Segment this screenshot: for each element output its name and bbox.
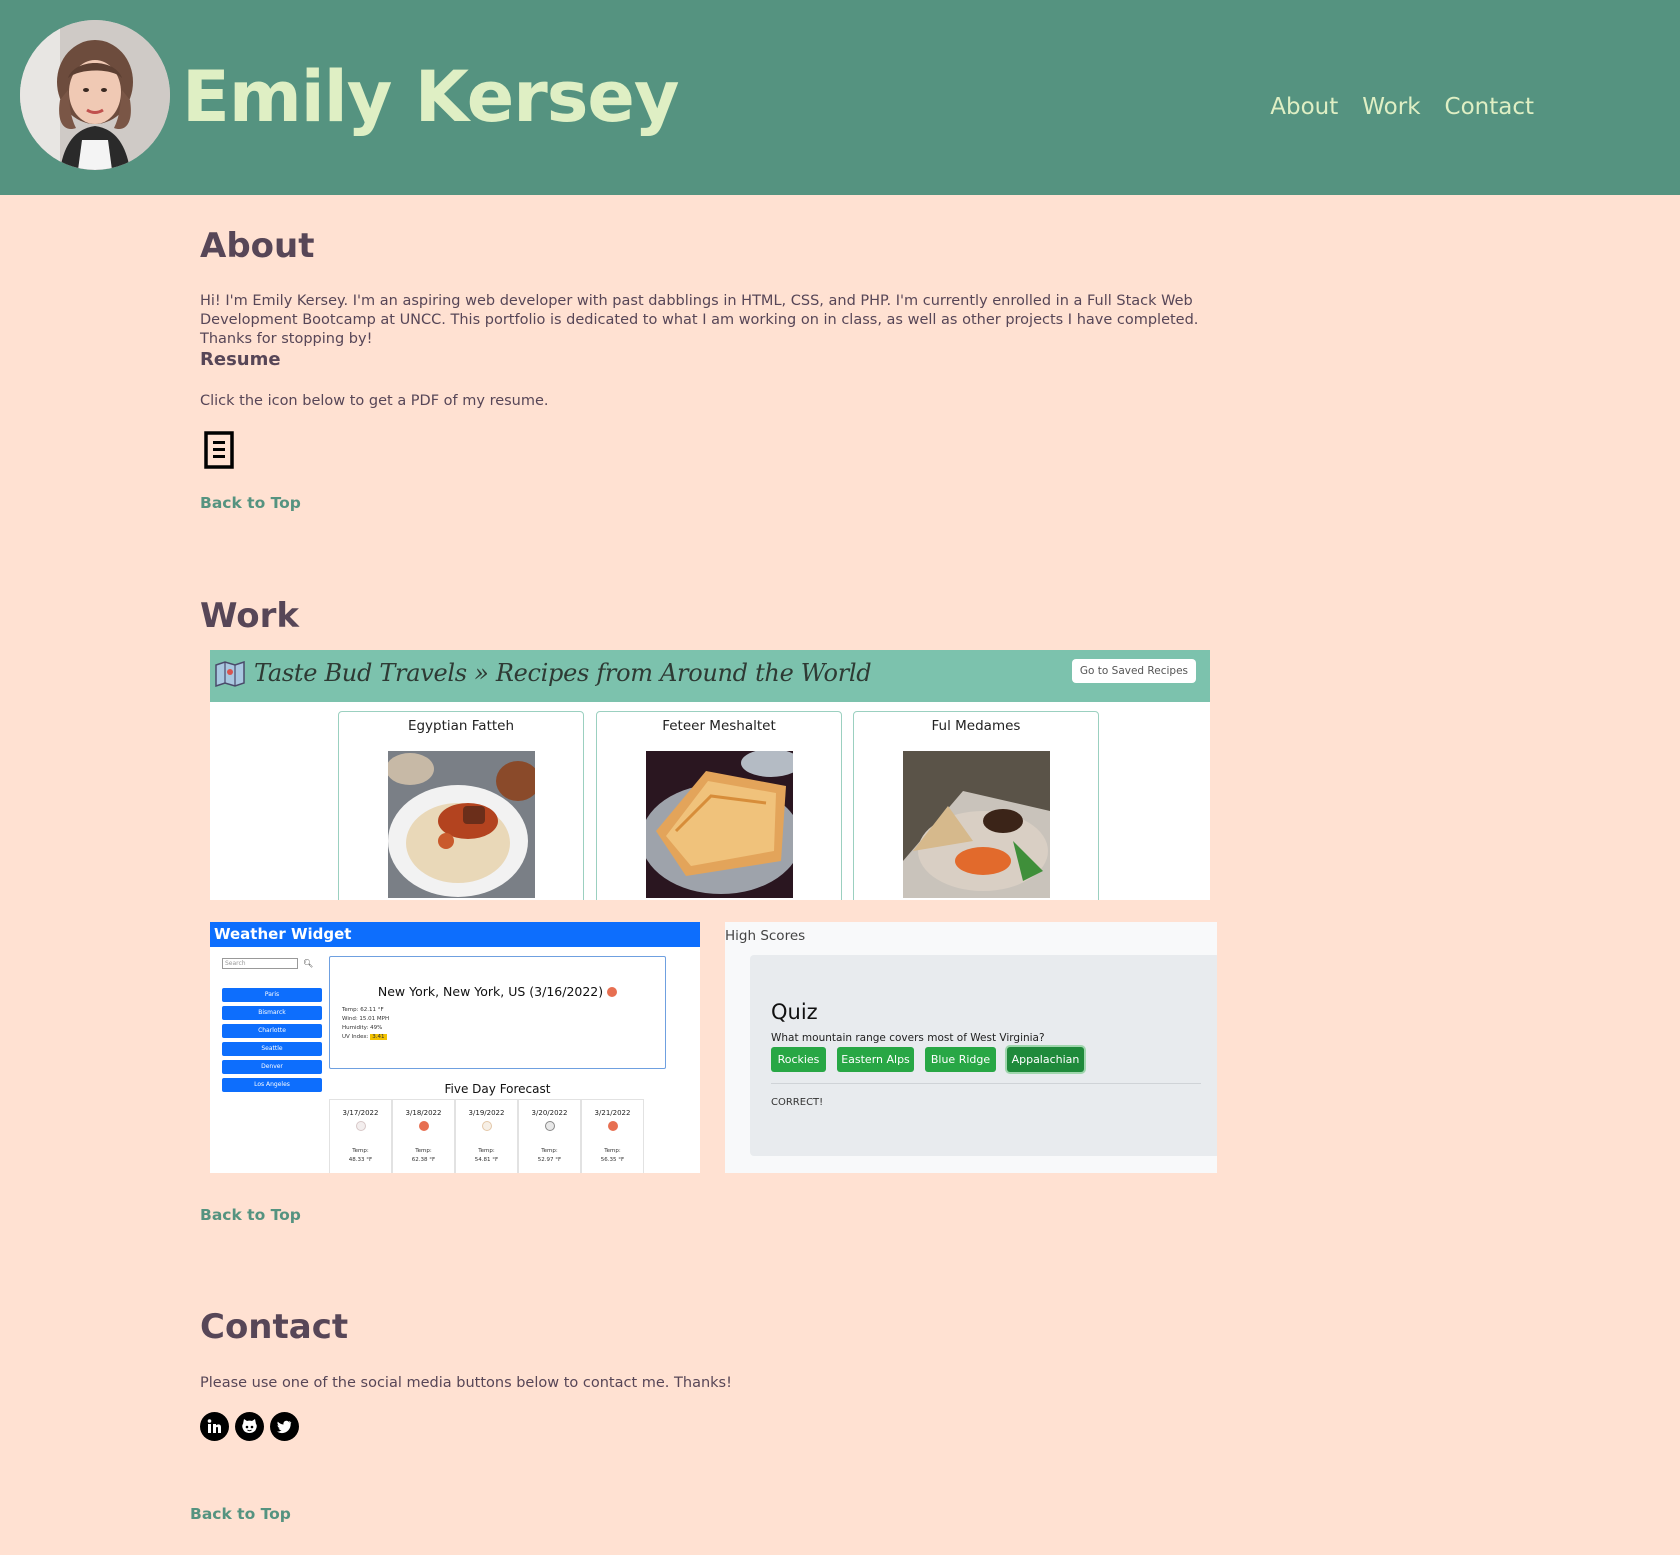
resume-pdf-icon[interactable] [204,431,234,469]
forecast-day: 3/19/2022 Temp: 54.81 °F [455,1099,518,1173]
weather-search-input[interactable]: Search [222,958,298,969]
city-button[interactable]: Seattle [222,1042,322,1056]
cloud-rain-icon [356,1121,366,1131]
contact-heading: Contact [200,1307,349,1347]
forecast-day: 3/20/2022 Temp: 52.97 °F [518,1099,581,1173]
answer-button[interactable]: Eastern Alps [837,1047,914,1072]
contact-text: Please use one of the social media butto… [200,1375,732,1391]
current-weather-card: New York, New York, US (3/16/2022) Temp:… [329,956,666,1069]
github-icon[interactable] [235,1412,264,1441]
recipe-card-title: Ful Medames [931,718,1021,734]
profile-photo [20,20,170,170]
current-weather-stats: Temp: 62.11 °F Wind: 15.01 MPH Humidity:… [342,1007,390,1040]
cloud-sun-icon [482,1121,492,1131]
site-title: Emily Kersey [182,56,680,138]
recipe-card[interactable]: Ful Medames [853,711,1099,900]
about-intro: Hi! I'm Emily Kersey. I'm an aspiring we… [200,293,1199,347]
social-links [200,1412,299,1441]
quiz-question: What mountain range covers most of West … [771,1032,1045,1044]
sun-icon [608,1121,618,1131]
answer-button-selected[interactable]: Appalachian [1007,1047,1084,1072]
map-book-icon [215,661,245,687]
twitter-icon[interactable] [270,1412,299,1441]
weather-project-screenshot[interactable]: Weather Widget Search 🔍︎ Paris Bismarck … [210,922,700,1173]
site-header: Emily Kersey About Work Contact [0,0,1680,195]
recipe-card-title: Egyptian Fatteh [407,718,515,734]
answer-button[interactable]: Rockies [771,1047,826,1072]
main-nav: About Work Contact [1270,94,1534,120]
forecast-day: 3/18/2022 Temp: 62.38 °F [392,1099,455,1173]
back-to-top-link-work[interactable]: Back to Top [200,1206,301,1224]
resume-heading: Resume [200,349,281,370]
cloud-icon [545,1121,555,1131]
high-scores-link[interactable]: High Scores [725,928,805,944]
weather-header: Weather Widget [210,922,700,947]
recipe-card[interactable]: Feteer Meshaltet [596,711,842,900]
recipe-photo [903,751,1050,898]
quiz-title: Quiz [771,1000,818,1024]
recipes-title: Taste Bud Travels » Recipes from Around … [254,659,872,687]
forecast-title: Five Day Forecast [444,1082,551,1096]
nav-contact[interactable]: Contact [1445,94,1534,120]
nav-work[interactable]: Work [1362,94,1420,120]
back-to-top-link-contact[interactable]: Back to Top [190,1505,291,1523]
sun-icon [419,1121,429,1131]
sun-icon [607,987,618,997]
linkedin-icon[interactable] [200,1412,229,1441]
forecast-day: 3/21/2022 Temp: 56.35 °F [581,1099,644,1173]
recipe-photo [646,751,793,898]
divider [771,1083,1201,1084]
city-button[interactable]: Los Angeles [222,1078,322,1092]
city-button[interactable]: Denver [222,1060,322,1074]
quiz-panel: Quiz What mountain range covers most of … [750,955,1217,1156]
uv-index-badge: 3.41 [370,1034,387,1040]
back-to-top-link-about[interactable]: Back to Top [200,494,301,512]
search-icon[interactable]: 🔍︎ [303,959,313,968]
saved-recipes-button[interactable]: Go to Saved Recipes [1071,659,1196,683]
forecast-day: 3/17/2022 Temp: 48.33 °F [329,1099,392,1173]
recipes-project-screenshot[interactable]: Taste Bud Travels » Recipes from Around … [210,650,1210,900]
recipes-header: Taste Bud Travels » Recipes from Around … [210,650,1210,702]
current-weather-title: New York, New York, US (3/16/2022) [330,984,665,999]
work-heading: Work [200,596,300,636]
recipe-card[interactable]: Egyptian Fatteh [338,711,584,900]
recipe-card-title: Feteer Meshaltet [662,718,776,734]
resume-text: Click the icon below to get a PDF of my … [200,393,549,409]
answer-button[interactable]: Blue Ridge [925,1047,996,1072]
quiz-result: CORRECT! [771,1097,824,1108]
city-button[interactable]: Paris [222,988,322,1002]
city-button[interactable]: Charlotte [222,1024,322,1038]
nav-about[interactable]: About [1270,94,1338,120]
city-button[interactable]: Bismarck [222,1006,322,1020]
quiz-project-screenshot[interactable]: High Scores Quiz What mountain range cov… [725,922,1217,1173]
recipe-photo [388,751,535,898]
about-heading: About [200,226,315,266]
